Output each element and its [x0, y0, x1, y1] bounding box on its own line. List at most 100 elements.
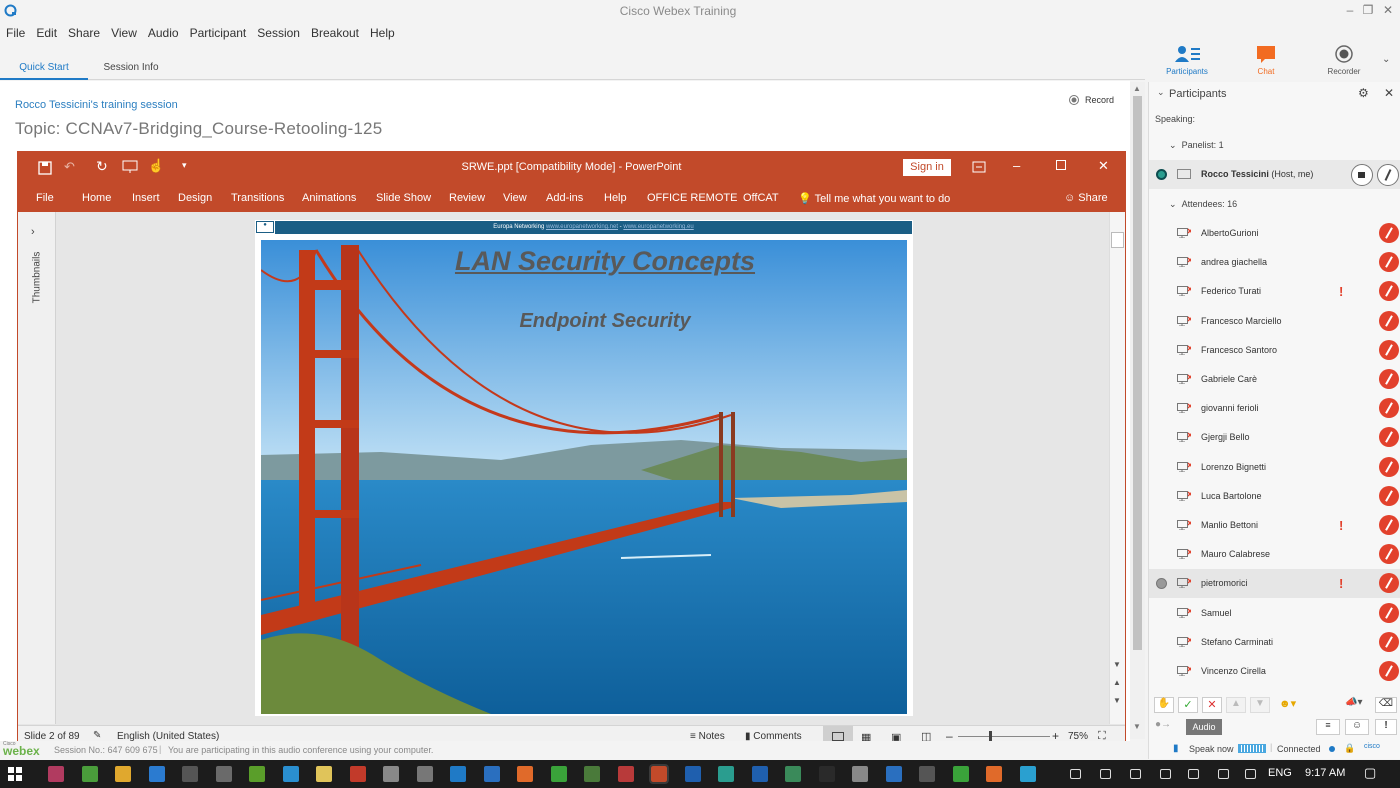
muted-mic-icon[interactable]	[1379, 281, 1399, 302]
firefox-taskbar-icon[interactable]	[517, 766, 533, 782]
clock[interactable]: 9:17 AM	[1305, 767, 1345, 779]
app-taskbar-icon[interactable]	[81, 766, 98, 782]
ribbon-office-remote[interactable]: OFFICE REMOTE	[647, 192, 737, 204]
ppt-minimize-icon[interactable]: –	[1013, 158, 1020, 173]
ribbon-add-ins[interactable]: Add-ins	[546, 192, 583, 204]
menu-file[interactable]: File	[6, 26, 25, 40]
app-taskbar-icon[interactable]	[282, 766, 299, 782]
menu-breakout[interactable]: Breakout	[311, 26, 359, 40]
ribbon-design[interactable]: Design	[178, 192, 212, 204]
keyboard-icon[interactable]	[1245, 769, 1256, 779]
attendee-row[interactable]: Stefano Carminati	[1149, 628, 1400, 657]
muted-mic-icon[interactable]	[1379, 223, 1399, 243]
ribbon-slide-show[interactable]: Slide Show	[376, 192, 431, 204]
muted-mic-icon[interactable]	[1379, 339, 1399, 360]
assign-privileges-icon[interactable]: ☺	[1345, 719, 1369, 735]
app-taskbar-icon[interactable]	[249, 766, 265, 782]
slide-header-link1[interactable]: www.europanetworking.net	[546, 224, 618, 230]
ribbon-transitions[interactable]: Transitions	[231, 192, 284, 204]
minimize-icon[interactable]: –	[1341, 3, 1359, 17]
expand-thumbnails-icon[interactable]: ›	[31, 226, 35, 238]
muted-mic-icon[interactable]	[1379, 661, 1399, 681]
notifications-icon[interactable]: ▢	[1364, 765, 1376, 781]
attendees-header[interactable]: ⌄ Attendees: 16	[1169, 199, 1237, 210]
windows-start-icon[interactable]	[8, 767, 22, 781]
panelist-header[interactable]: ⌄ Panelist: 1	[1169, 140, 1224, 151]
alert-icon[interactable]: !	[1375, 719, 1397, 735]
share-button[interactable]: ☺ Share	[1064, 192, 1108, 204]
app-taskbar-icon[interactable]	[483, 766, 500, 782]
ribbon-animations[interactable]: Animations	[302, 192, 356, 204]
attendee-row[interactable]: giovanni ferioli	[1149, 394, 1400, 423]
outlook-taskbar-icon[interactable]	[751, 766, 768, 782]
edge-taskbar-icon[interactable]	[450, 766, 466, 782]
folder-taskbar-icon[interactable]	[316, 766, 332, 782]
main-vertical-scrollbar[interactable]: ▲ ▼	[1130, 82, 1145, 739]
muted-mic-icon[interactable]	[1379, 602, 1399, 623]
ribbon-offcat[interactable]: OffCAT	[743, 192, 779, 204]
ppt-vertical-scrollbar[interactable]: ▼ ▲ ▼	[1109, 212, 1125, 724]
app-taskbar-icon[interactable]	[785, 766, 801, 782]
muted-mic-icon[interactable]	[1379, 252, 1399, 273]
ribbon-insert[interactable]: Insert	[132, 192, 160, 204]
attendee-row[interactable]: Francesco Marciello	[1149, 307, 1400, 336]
pen-icon[interactable]	[1218, 769, 1229, 779]
app-taskbar-icon[interactable]	[584, 766, 600, 782]
attendee-row[interactable]: Gjergji Bello	[1149, 423, 1400, 452]
terminal-taskbar-icon[interactable]	[416, 766, 433, 782]
app-taskbar-icon[interactable]	[1019, 766, 1036, 782]
attendee-row[interactable]: andrea giachella	[1149, 248, 1400, 277]
menu-audio[interactable]: Audio	[148, 26, 179, 40]
app-taskbar-icon[interactable]	[885, 766, 902, 782]
muted-mic-icon[interactable]	[1379, 515, 1399, 535]
attendee-row[interactable]: Francesco Santoro	[1149, 336, 1400, 365]
record-button[interactable]: Record	[1068, 94, 1114, 106]
attendee-row[interactable]: Luca Bartolone	[1149, 482, 1400, 511]
restore-icon[interactable]: ❐	[1359, 3, 1377, 17]
no-x-icon[interactable]: ✕	[1202, 697, 1222, 713]
attendee-row[interactable]: AlbertoGurioni	[1149, 219, 1400, 248]
gear-icon[interactable]: ⚙	[1358, 86, 1369, 100]
battery-icon[interactable]	[1160, 769, 1171, 779]
muted-mic-icon[interactable]	[1379, 427, 1399, 448]
microphone-icon[interactable]: ▮	[1173, 743, 1179, 754]
ribbon-file[interactable]: File	[36, 192, 54, 204]
app-taskbar-icon[interactable]	[617, 766, 634, 782]
scroll-thumb[interactable]	[1111, 232, 1124, 248]
muted-mic-icon[interactable]	[1379, 544, 1399, 565]
attendee-row[interactable]: Samuel	[1149, 599, 1400, 628]
muted-mic-icon[interactable]	[1379, 310, 1399, 331]
chrome-taskbar-icon[interactable]	[115, 766, 131, 782]
attendee-row[interactable]: pietromorici!	[1149, 569, 1400, 599]
app-tray-icon[interactable]	[1130, 769, 1141, 779]
chevron-down-icon[interactable]: ⌄	[1382, 54, 1390, 65]
outlook-taskbar-icon[interactable]	[684, 766, 701, 782]
yes-check-icon[interactable]: ✓	[1178, 697, 1198, 713]
attendee-row[interactable]: Federico Turati!	[1149, 277, 1400, 306]
menu-help[interactable]: Help	[370, 26, 395, 40]
ribbon-view[interactable]: View	[503, 192, 527, 204]
tell-me-box[interactable]: 💡 Tell me what you want to do	[798, 192, 950, 205]
bluetooth-icon[interactable]	[1100, 769, 1111, 779]
app-taskbar-icon[interactable]	[952, 766, 969, 782]
recorder-button[interactable]: Recorder	[1314, 44, 1374, 76]
app-taskbar-icon[interactable]	[986, 766, 1002, 782]
muted-mic-icon[interactable]	[1379, 369, 1399, 389]
ppt-maximize-icon[interactable]	[1056, 160, 1066, 170]
collapse-panel-icon[interactable]: ⌄	[1157, 87, 1165, 98]
zoom-slider[interactable]	[958, 736, 1050, 737]
muted-mic-icon[interactable]	[1379, 573, 1399, 594]
menu-share[interactable]: Share	[68, 26, 100, 40]
muted-mic-icon[interactable]	[1379, 456, 1399, 477]
muted-mic-icon[interactable]	[1379, 485, 1399, 506]
app-taskbar-icon[interactable]	[182, 766, 198, 782]
emoticon-dropdown-icon[interactable]: ☻▾	[1279, 697, 1309, 713]
wifi-icon[interactable]	[1188, 769, 1199, 779]
ribbon-help[interactable]: Help	[604, 192, 627, 204]
app-taskbar-icon[interactable]	[919, 766, 935, 782]
webex-taskbar-icon[interactable]	[718, 766, 734, 782]
ribbon-display-icon[interactable]	[972, 161, 986, 173]
close-icon[interactable]: ✕	[1379, 3, 1397, 17]
attendee-row[interactable]: Vincenzo Cirella	[1149, 657, 1400, 686]
attendee-row[interactable]: Gabriele Carè	[1149, 365, 1400, 394]
